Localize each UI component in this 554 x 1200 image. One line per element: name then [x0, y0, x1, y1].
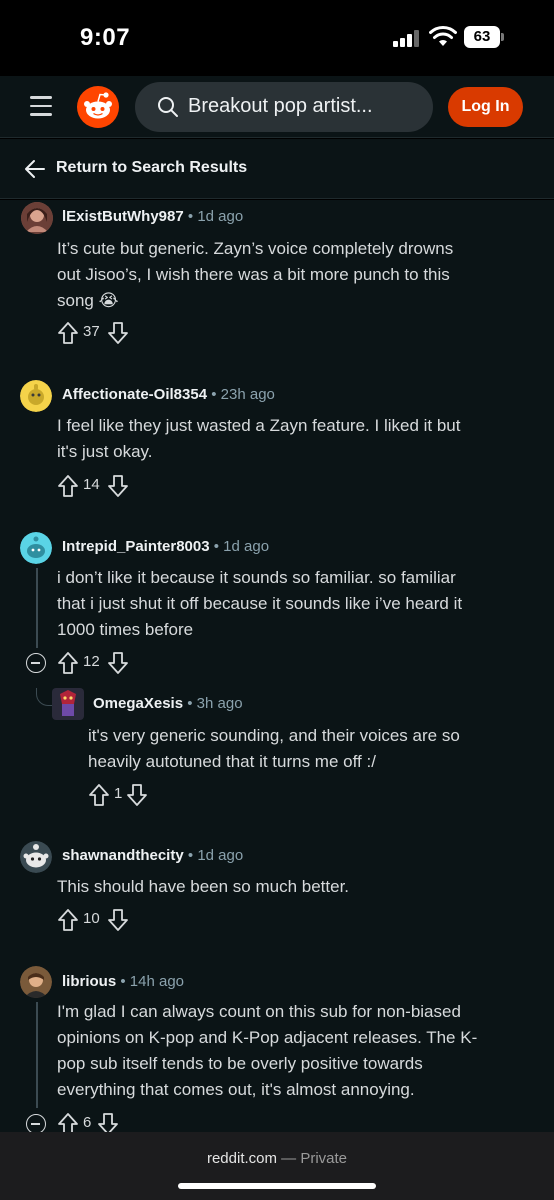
comment-line: This should have been so much better.	[57, 877, 350, 896]
vote-score: 37	[83, 323, 100, 340]
battery-level: 63	[464, 26, 500, 48]
vote-score: 1	[114, 785, 123, 802]
comment-line: opinions on K-pop and K-Pop adjacent rel…	[57, 1028, 478, 1047]
upvote-icon[interactable]	[57, 321, 79, 345]
comment-line: song 😭	[57, 291, 119, 310]
browser-address-bar[interactable]: reddit.com — Private	[0, 1132, 554, 1200]
comment-timestamp: 1d ago	[197, 208, 244, 225]
comment-username[interactable]: OmegaXesis	[93, 695, 183, 712]
login-button[interactable]: Log In	[448, 87, 523, 127]
avatar[interactable]	[52, 688, 84, 720]
avatar[interactable]	[20, 841, 52, 873]
return-label: Return to Search Results	[56, 159, 248, 176]
hamburger-menu-icon[interactable]	[30, 96, 52, 116]
comment-meta: OmegaXesis • 3h ago	[93, 695, 243, 712]
comment-line: heavily autotuned that it turns me off :…	[88, 752, 376, 771]
separator-dot: •	[120, 973, 126, 990]
upvote-icon[interactable]	[57, 474, 79, 498]
comment-line: I'm glad I can always count on this sub …	[57, 1002, 461, 1021]
comment-timestamp: 1d ago	[223, 538, 270, 555]
cellular-signal-icon	[393, 29, 423, 47]
separator-dot: •	[187, 695, 193, 712]
comment-line: it's just okay.	[57, 442, 153, 461]
comment-timestamp: 3h ago	[196, 695, 243, 712]
comment-timestamp: 14h ago	[129, 973, 185, 990]
comment-meta: Intrepid_Painter8003 • 1d ago	[62, 538, 269, 555]
return-to-search-link[interactable]: Return to Search Results	[0, 139, 554, 199]
comment-meta: Affectionate-Oil8354 • 23h ago	[62, 386, 275, 403]
vote-score: 12	[83, 653, 100, 670]
downvote-icon[interactable]	[107, 321, 129, 345]
comment-body: it's very generic sounding, and their vo…	[88, 723, 460, 775]
upvote-icon[interactable]	[88, 783, 110, 807]
comment-username[interactable]: librious	[62, 973, 116, 990]
comment-line: i don’t like it because it sounds so fam…	[57, 568, 456, 587]
downvote-icon[interactable]	[107, 474, 129, 498]
comment-username[interactable]: shawnandthecity	[62, 847, 184, 864]
avatar[interactable]	[20, 380, 52, 412]
separator-dot: •	[213, 538, 219, 555]
comment-meta: lExistButWhy987 • 1d ago	[62, 208, 243, 225]
comment-line: 1000 times before	[57, 620, 194, 639]
collapse-thread-icon[interactable]	[26, 653, 46, 673]
comment-line: everything that comes out, it's almost a…	[57, 1080, 415, 1099]
comment-meta: shawnandthecity • 1d ago	[62, 847, 243, 864]
battery-icon: 63	[464, 26, 504, 48]
search-bar[interactable]: Breakout pop artist...	[135, 82, 433, 132]
comment-body: i don’t like it because it sounds so fam…	[57, 565, 462, 643]
private-label: — Private	[281, 1150, 348, 1167]
comment-timestamp: 1d ago	[197, 847, 244, 864]
downvote-icon[interactable]	[126, 783, 148, 807]
comment-line: It’s cute but generic. Zayn’s voice comp…	[57, 239, 454, 258]
comment-username[interactable]: lExistButWhy987	[62, 208, 184, 225]
wifi-icon	[429, 25, 457, 46]
upvote-icon[interactable]	[57, 1112, 79, 1132]
downvote-icon[interactable]	[97, 1112, 119, 1132]
separator-dot: •	[211, 386, 217, 403]
avatar[interactable]	[21, 202, 53, 234]
thread-line	[36, 1002, 38, 1108]
browser-url: reddit.com — Private	[0, 1150, 554, 1167]
separator-dot: •	[187, 208, 194, 225]
comment-body: I feel like they just wasted a Zayn feat…	[57, 413, 460, 465]
status-bar: 9:07 63	[0, 0, 554, 76]
comment-line: that i just shut it off because it sound…	[57, 594, 463, 613]
comment-username[interactable]: Affectionate-Oil8354	[62, 386, 207, 403]
reddit-logo-icon[interactable]	[77, 86, 119, 128]
comment-timestamp: 23h ago	[220, 386, 275, 403]
vote-score: 10	[83, 910, 100, 927]
separator-dot: •	[187, 847, 194, 864]
avatar[interactable]	[20, 966, 52, 998]
arrow-left-icon	[25, 160, 45, 178]
comment-body: It’s cute but generic. Zayn’s voice comp…	[57, 236, 453, 314]
comment-body: I'm glad I can always count on this sub …	[57, 999, 477, 1103]
comment-username[interactable]: Intrepid_Painter8003	[62, 538, 210, 555]
comment-body: This should have been so much better.	[57, 874, 349, 900]
comment-line: I feel like they just wasted a Zayn feat…	[57, 416, 461, 435]
upvote-icon[interactable]	[57, 908, 79, 932]
search-query[interactable]: Breakout pop artist...	[188, 95, 373, 118]
app-header: Breakout pop artist... Log In	[0, 76, 554, 138]
upvote-icon[interactable]	[57, 651, 79, 675]
comment-line: it's very generic sounding, and their vo…	[88, 726, 460, 745]
avatar[interactable]	[20, 532, 52, 564]
comment-list: lExistButWhy987 • 1d ago It’s cute but g…	[0, 200, 554, 1132]
url-domain: reddit.com	[206, 1150, 277, 1167]
downvote-icon[interactable]	[107, 908, 129, 932]
search-icon	[158, 97, 178, 117]
downvote-icon[interactable]	[107, 651, 129, 675]
status-time: 9:07	[80, 24, 131, 51]
vote-score: 6	[83, 1114, 92, 1131]
comment-line: out Jisoo’s, I wish there was a bit more…	[57, 265, 450, 284]
vote-score: 14	[83, 476, 100, 493]
comment-meta: librious • 14h ago	[62, 973, 184, 990]
comment-line: pop sub itself tends to be overly positi…	[57, 1054, 423, 1073]
collapse-thread-icon[interactable]	[26, 1114, 46, 1132]
home-indicator[interactable]	[178, 1183, 376, 1189]
thread-line	[36, 568, 38, 648]
